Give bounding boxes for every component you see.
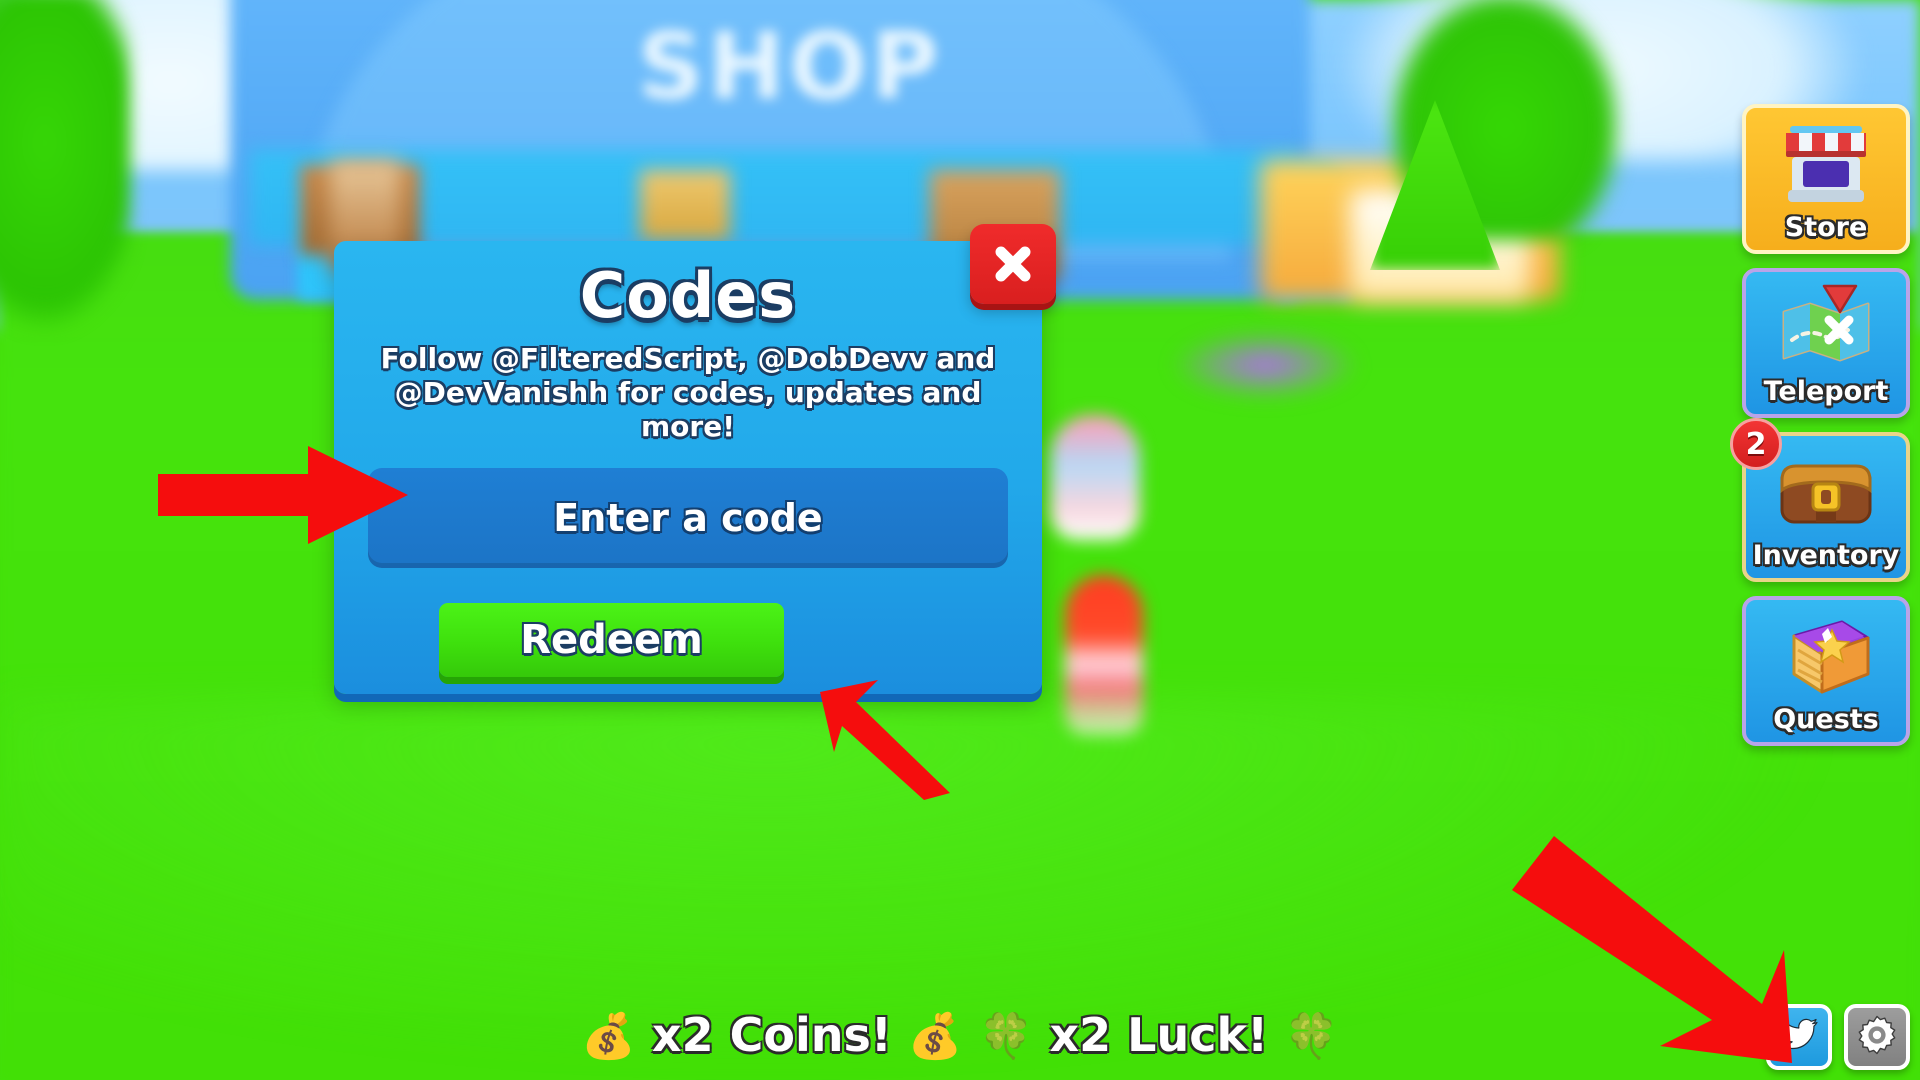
page-title: Codes <box>579 259 797 332</box>
sidebar-item-label: Quests <box>1773 704 1879 735</box>
money-bag-icon: 💰 <box>907 1011 963 1062</box>
shop-stall-icon <box>1772 118 1880 210</box>
sidebar-item-teleport[interactable]: Teleport <box>1742 268 1910 418</box>
book-star-icon <box>1772 610 1880 702</box>
tree <box>0 0 130 330</box>
sidebar-item-store[interactable]: Store <box>1742 104 1910 254</box>
backpack-icon <box>1772 446 1880 538</box>
status-badge: 2 <box>1730 418 1782 470</box>
market-stall <box>640 170 730 240</box>
sidebar-item-label: Store <box>1784 212 1868 243</box>
redeem-button[interactable]: Redeem <box>439 603 784 677</box>
clover-icon: 🍀 <box>978 1011 1034 1062</box>
money-bag-icon: 💰 <box>581 1011 636 1062</box>
luck-multiplier-text: x2 Luck! <box>1049 1008 1269 1062</box>
close-button[interactable] <box>970 224 1056 304</box>
scenery-prop <box>1170 330 1360 400</box>
coins-multiplier-text: x2 Coins! <box>651 1008 892 1062</box>
map-pin-icon <box>1772 282 1880 374</box>
sidebar-item-quests[interactable]: Quests <box>1742 596 1910 746</box>
pet-character <box>1050 415 1140 540</box>
modal-subtitle: Follow @FilteredScript, @DobDevv and @De… <box>380 342 996 444</box>
code-input[interactable] <box>368 468 1008 569</box>
clover-icon: 🍀 <box>1284 1011 1339 1062</box>
sidebar-item-label: Inventory <box>1752 540 1900 571</box>
shop-sign-text: SHOP <box>637 13 943 120</box>
sidebar-item-label: Teleport <box>1763 376 1889 407</box>
codes-dialog: Codes Follow @FilteredScript, @DobDevv a… <box>334 241 1042 694</box>
sidebar-item-inventory[interactable]: 2 Inventory <box>1730 418 1910 582</box>
right-sidebar: Store Teleport 2 Inventory Quests <box>1730 104 1914 760</box>
close-icon <box>991 242 1035 286</box>
status-bar: 💰 x2 Coins! 💰 🍀 x2 Luck! 🍀 <box>0 1008 1920 1062</box>
